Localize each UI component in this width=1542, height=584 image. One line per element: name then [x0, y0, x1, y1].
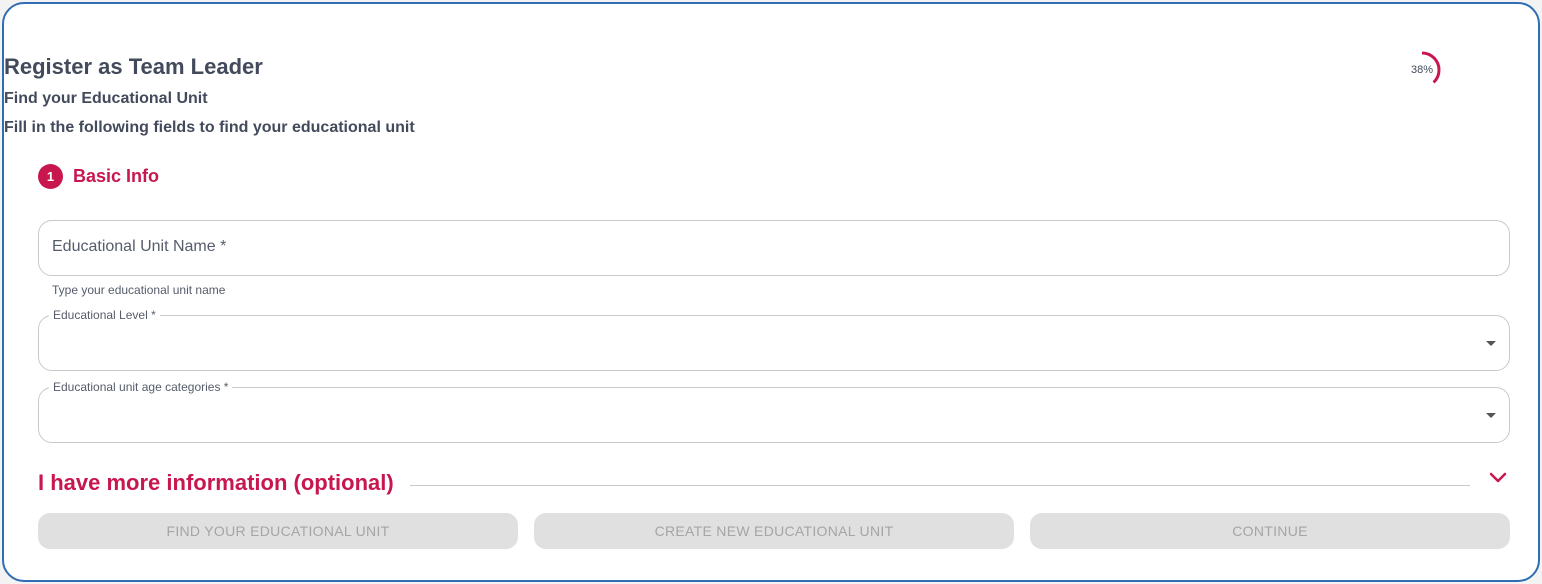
create-educational-unit-button[interactable]: CREATE NEW EDUCATIONAL UNIT	[534, 513, 1014, 549]
find-educational-unit-button[interactable]: FIND YOUR EDUCATIONAL UNIT	[38, 513, 518, 549]
more-information-label: I have more information (optional)	[38, 470, 394, 495]
educational-unit-name-label: Educational Unit Name *	[52, 238, 227, 255]
progress-label: 38%	[1410, 64, 1434, 76]
age-categories-select[interactable]: Educational unit age categories *	[38, 380, 1510, 443]
page-instruction: Fill in the following fields to find you…	[4, 119, 415, 136]
educational-level-select[interactable]: Educational Level *	[38, 308, 1510, 371]
page-subtitle: Find your Educational Unit	[4, 90, 208, 107]
educational-unit-name-input[interactable]: Educational Unit Name *	[38, 220, 1510, 276]
page-title: Register as Team Leader	[4, 54, 263, 79]
educational-level-label: Educational Level *	[49, 308, 160, 322]
step-number-badge: 1	[38, 164, 63, 189]
educational-unit-name-helper: Type your educational unit name	[52, 283, 226, 297]
continue-button[interactable]: CONTINUE	[1030, 513, 1510, 549]
step-basic-info: 1 Basic Info	[38, 164, 159, 189]
dropdown-arrow-icon	[1486, 341, 1496, 346]
divider	[410, 485, 1470, 486]
age-categories-label: Educational unit age categories *	[49, 380, 233, 394]
registration-card: Register as Team Leader Find your Educat…	[2, 2, 1540, 582]
step-label: Basic Info	[73, 166, 160, 186]
more-information-toggle[interactable]: I have more information (optional)	[38, 470, 1510, 500]
dropdown-arrow-icon	[1486, 413, 1496, 418]
progress-indicator: 38%	[1402, 50, 1442, 90]
chevron-down-icon[interactable]	[1486, 470, 1510, 490]
